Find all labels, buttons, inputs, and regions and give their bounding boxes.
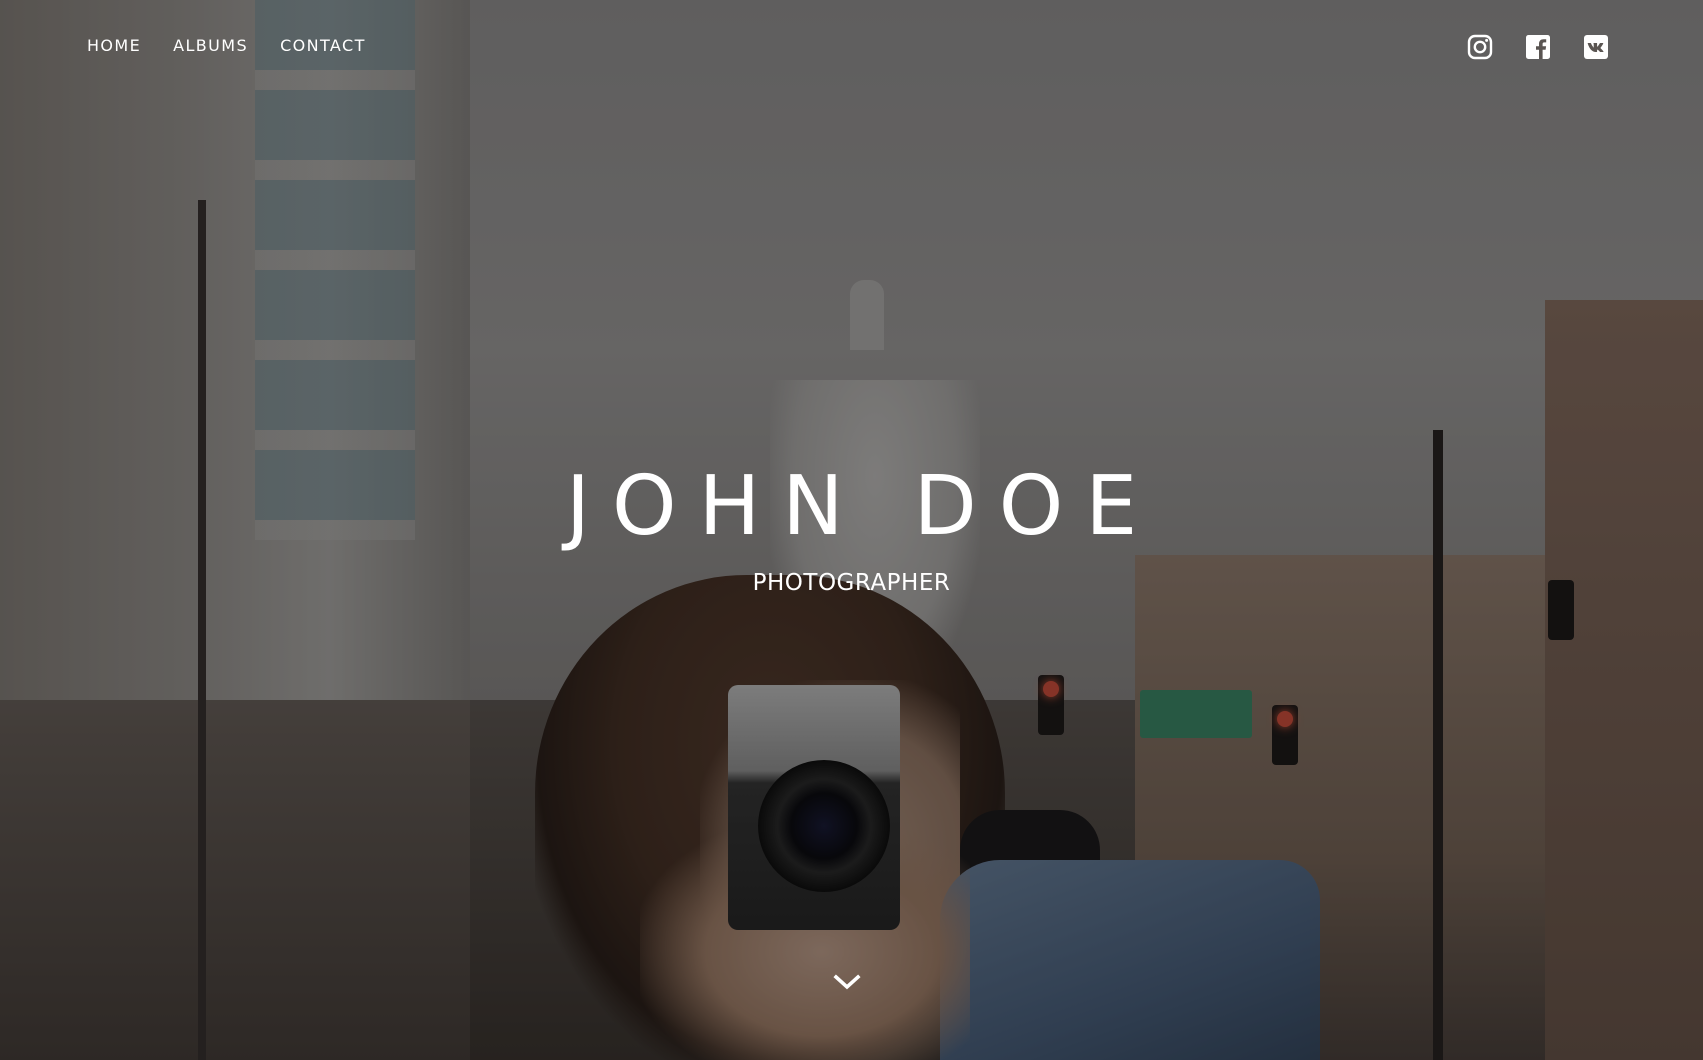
vk-link[interactable] (1583, 34, 1609, 60)
hero-subtitle: PHOTOGRAPHER (752, 570, 951, 596)
nav-albums-link[interactable]: ALBUMS (173, 36, 248, 55)
instagram-icon (1467, 34, 1493, 60)
vk-icon (1584, 35, 1608, 59)
hero-section: HOME ALBUMS CONTACT JOHN DOE PHOTOGRAPHE… (0, 0, 1703, 1060)
facebook-link[interactable] (1525, 34, 1551, 60)
instagram-link[interactable] (1467, 34, 1493, 60)
nav-home-link[interactable]: HOME (87, 36, 141, 55)
hero-title: JOHN DOE (565, 459, 1160, 554)
hero-title-block: JOHN DOE PHOTOGRAPHER (0, 459, 1703, 597)
social-links (1467, 34, 1609, 60)
facebook-icon (1526, 35, 1550, 59)
main-nav: HOME ALBUMS CONTACT (87, 36, 366, 55)
chevron-down-icon[interactable] (833, 973, 861, 991)
nav-contact-link[interactable]: CONTACT (280, 36, 366, 55)
